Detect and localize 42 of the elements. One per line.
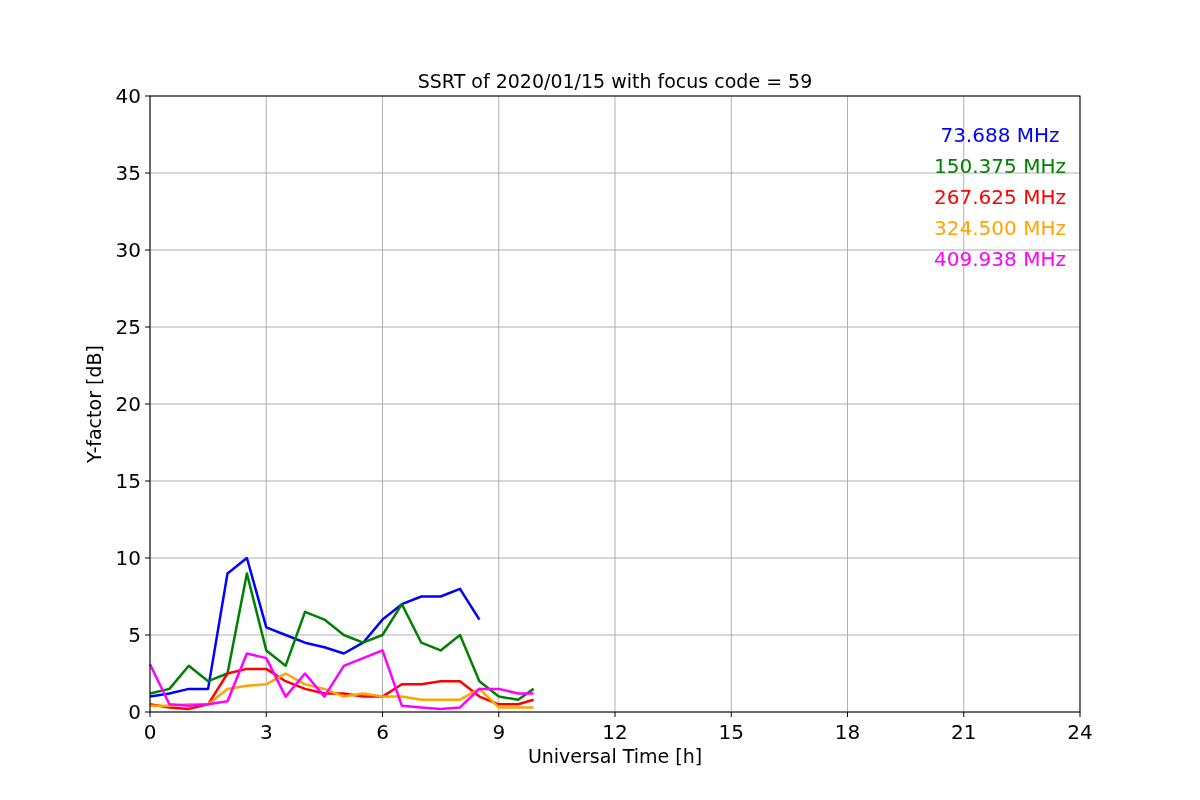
tick-mark: [144, 95, 151, 97]
x-axis-label: Universal Time [h]: [527, 745, 703, 767]
x-tick-label: 0: [143, 720, 157, 744]
tick-mark: [144, 634, 151, 636]
y-axis-label: Y-factor [dB]: [83, 345, 105, 463]
y-tick-label: 40: [115, 84, 141, 108]
x-tick-label: 12: [602, 720, 628, 744]
tick-mark: [144, 557, 151, 559]
tick-mark: [144, 172, 151, 174]
tick-mark: [144, 326, 151, 328]
y-tick-label: 5: [128, 623, 141, 647]
y-tick-label: 35: [115, 161, 141, 185]
tick-mark: [265, 711, 267, 718]
tick-mark: [144, 249, 151, 251]
x-tick-label: 21: [951, 720, 977, 744]
legend-label: 324.500 MHz: [934, 216, 1066, 240]
y-tick-label: 20: [115, 392, 141, 416]
x-tick-label: 24: [1067, 720, 1093, 744]
x-tick-label: 15: [718, 720, 744, 744]
tick-mark: [1079, 711, 1081, 718]
legend-label: 409.938 MHz: [934, 247, 1066, 271]
y-tick-label: 30: [115, 238, 141, 262]
x-tick-label: 9: [492, 720, 506, 744]
y-tick-label: 15: [115, 469, 141, 493]
y-tick-label: 25: [115, 315, 141, 339]
chart-title: SSRT of 2020/01/15 with focus code = 59: [417, 70, 813, 92]
tick-mark: [498, 711, 500, 718]
legend-label: 73.688 MHz: [940, 123, 1060, 147]
y-tick-label: 0: [128, 700, 141, 724]
tick-mark: [144, 480, 151, 482]
legend-label: 267.625 MHz: [934, 185, 1066, 209]
tick-mark: [382, 711, 383, 718]
x-tick-label: 18: [834, 720, 861, 744]
y-tick-label: 10: [115, 546, 141, 570]
tick-mark: [847, 711, 848, 718]
tick-mark: [144, 403, 151, 405]
tick-mark: [614, 711, 616, 718]
x-tick-label: 6: [376, 720, 389, 744]
legend-label: 150.375 MHz: [934, 154, 1066, 178]
tick-mark: [963, 711, 965, 718]
tick-mark: [730, 711, 732, 718]
x-tick-label: 3: [259, 720, 273, 744]
